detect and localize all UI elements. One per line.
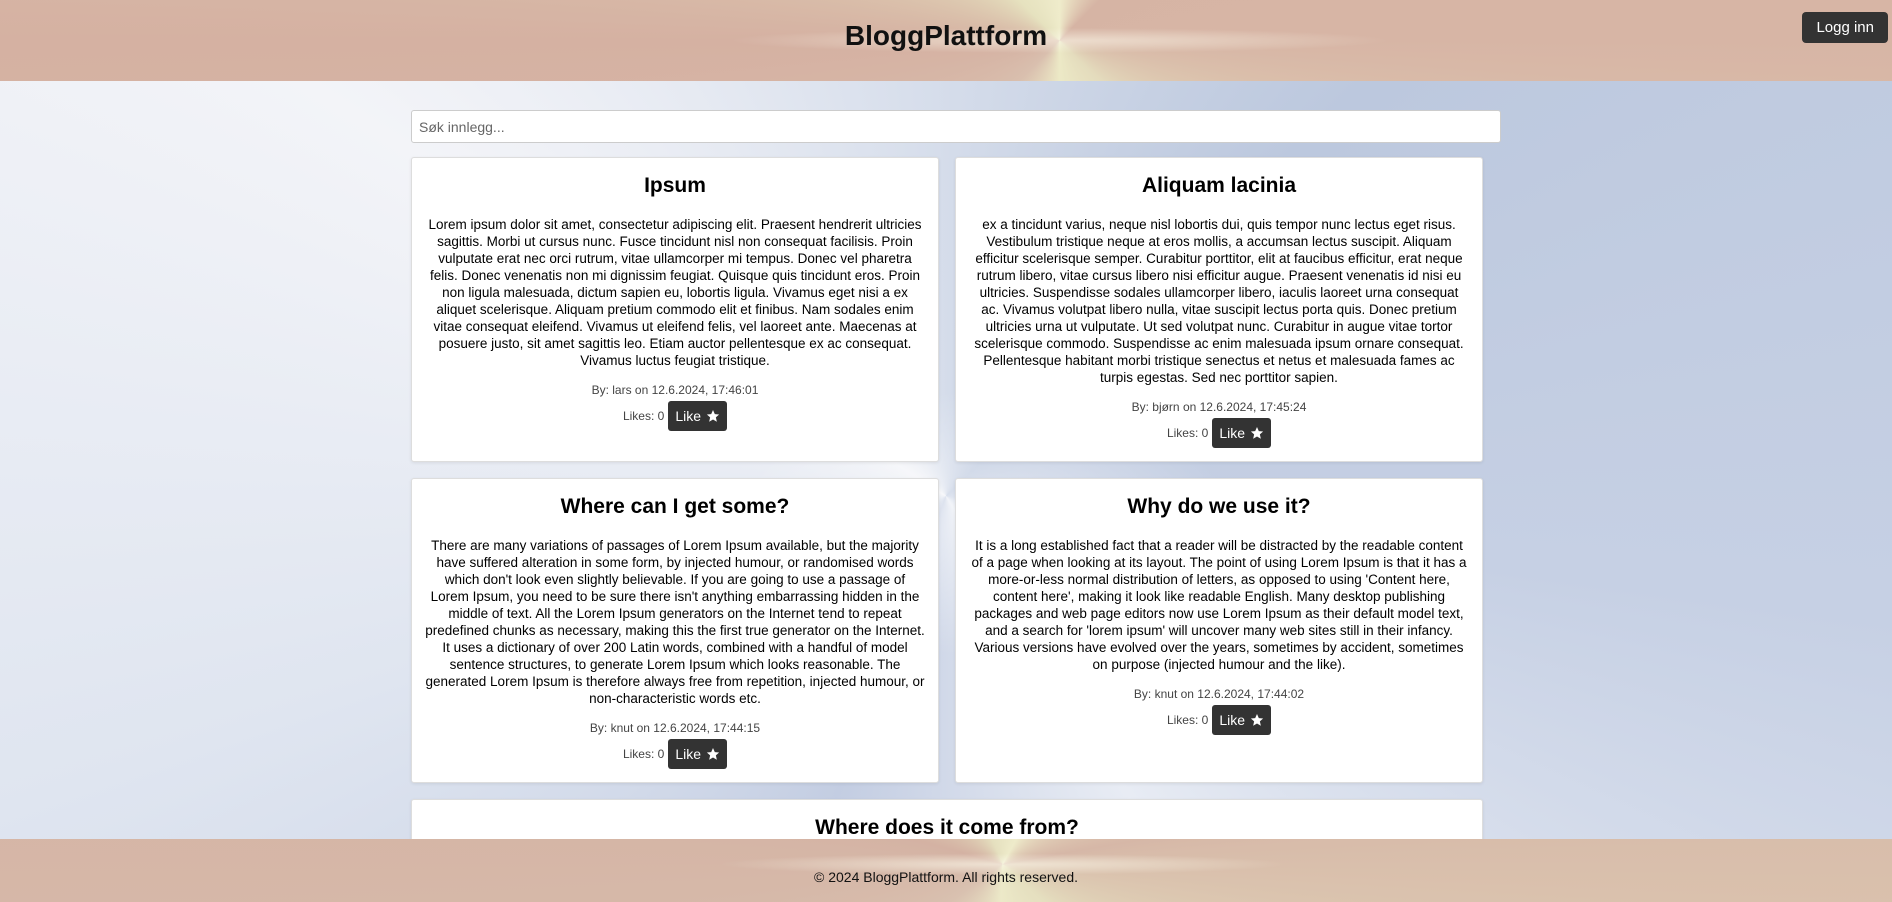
post-meta: By: bjørn on 12.6.2024, 17:45:24 [1131, 400, 1307, 414]
main-content: Ipsum Lorem ipsum dolor sit amet, consec… [411, 110, 1501, 859]
like-label: Like [675, 408, 702, 424]
like-button[interactable]: Like [1212, 705, 1272, 735]
star-icon [1250, 714, 1264, 726]
star-icon [1250, 427, 1264, 439]
like-button[interactable]: Like [1212, 418, 1272, 448]
post-title: Why do we use it? [1127, 495, 1311, 518]
post-card: Why do we use it? It is a long establish… [955, 478, 1483, 783]
post-meta: By: knut on 12.6.2024, 17:44:02 [1133, 687, 1305, 701]
like-button[interactable]: Like [668, 739, 728, 769]
likes-row: Likes: 0 Like [969, 418, 1469, 448]
post-card: Aliquam lacinia ex a tincidunt varius, n… [955, 157, 1483, 462]
post-card: Where can I get some? There are many var… [411, 478, 939, 783]
site-header: BloggPlattform Logg inn [0, 0, 1892, 81]
likes-count: Likes: 0 [622, 747, 665, 761]
likes-count: Likes: 0 [1166, 713, 1209, 727]
like-label: Like [1219, 712, 1246, 728]
post-meta: By: knut on 12.6.2024, 17:44:15 [589, 721, 761, 735]
post-title: Where can I get some? [560, 495, 790, 518]
likes-row: Likes: 0 Like [425, 401, 925, 431]
footer-copyright: © 2024 BloggPlattform. All rights reserv… [814, 869, 1078, 885]
star-icon [706, 410, 720, 422]
post-list: Ipsum Lorem ipsum dolor sit amet, consec… [411, 157, 1483, 859]
likes-count: Likes: 0 [1166, 426, 1209, 440]
post-body: There are many variations of passages of… [425, 538, 925, 706]
post-body: Lorem ipsum dolor sit amet, consectetur … [428, 217, 922, 368]
post-title: Ipsum [644, 174, 706, 197]
like-label: Like [675, 746, 702, 762]
star-icon [706, 748, 720, 760]
search-input[interactable] [411, 110, 1501, 143]
like-label: Like [1219, 425, 1246, 441]
post-body: ex a tincidunt varius, neque nisl lobort… [974, 217, 1464, 385]
post-meta: By: lars on 12.6.2024, 17:46:01 [591, 383, 759, 397]
likes-row: Likes: 0 Like [969, 705, 1469, 735]
post-body: It is a long established fact that a rea… [971, 538, 1467, 672]
like-button[interactable]: Like [668, 401, 728, 431]
likes-count: Likes: 0 [622, 409, 665, 423]
login-button[interactable]: Logg inn [1802, 12, 1888, 43]
post-title: Where does it come from? [815, 816, 1079, 839]
likes-row: Likes: 0 Like [425, 739, 925, 769]
site-footer: © 2024 BloggPlattform. All rights reserv… [0, 839, 1892, 902]
post-title: Aliquam lacinia [1141, 174, 1297, 197]
site-title: BloggPlattform [844, 20, 1048, 51]
post-card: Ipsum Lorem ipsum dolor sit amet, consec… [411, 157, 939, 462]
